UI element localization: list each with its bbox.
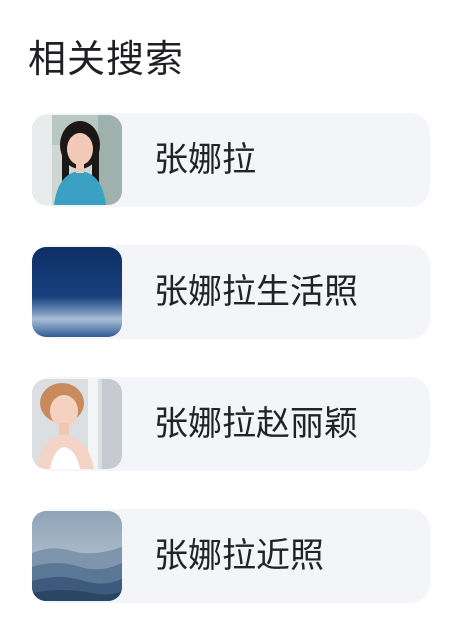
related-search-item-4[interactable]: 张娜拉近照	[32, 509, 430, 603]
thumbnail-gradient	[32, 247, 122, 337]
related-search-label: 张娜拉赵丽颖	[154, 404, 358, 444]
thumbnail-portrait-1	[32, 115, 122, 205]
section-title: 相关搜索	[28, 37, 185, 81]
thumbnail-landscape	[32, 511, 122, 601]
related-search-item-2[interactable]: 张娜拉生活照	[32, 245, 430, 339]
related-search-item-1[interactable]: 张娜拉	[32, 113, 430, 207]
related-search-label: 张娜拉生活照	[154, 272, 358, 312]
related-search-label: 张娜拉近照	[154, 536, 324, 576]
related-search-item-3[interactable]: 张娜拉赵丽颖	[32, 377, 430, 471]
related-searches-panel: 相关搜索 张娜拉 张娜拉生活照 张娜拉赵丽颖 张娜拉近照	[0, 0, 464, 644]
thumbnail-portrait-2	[32, 379, 122, 469]
related-search-label: 张娜拉	[154, 140, 256, 180]
